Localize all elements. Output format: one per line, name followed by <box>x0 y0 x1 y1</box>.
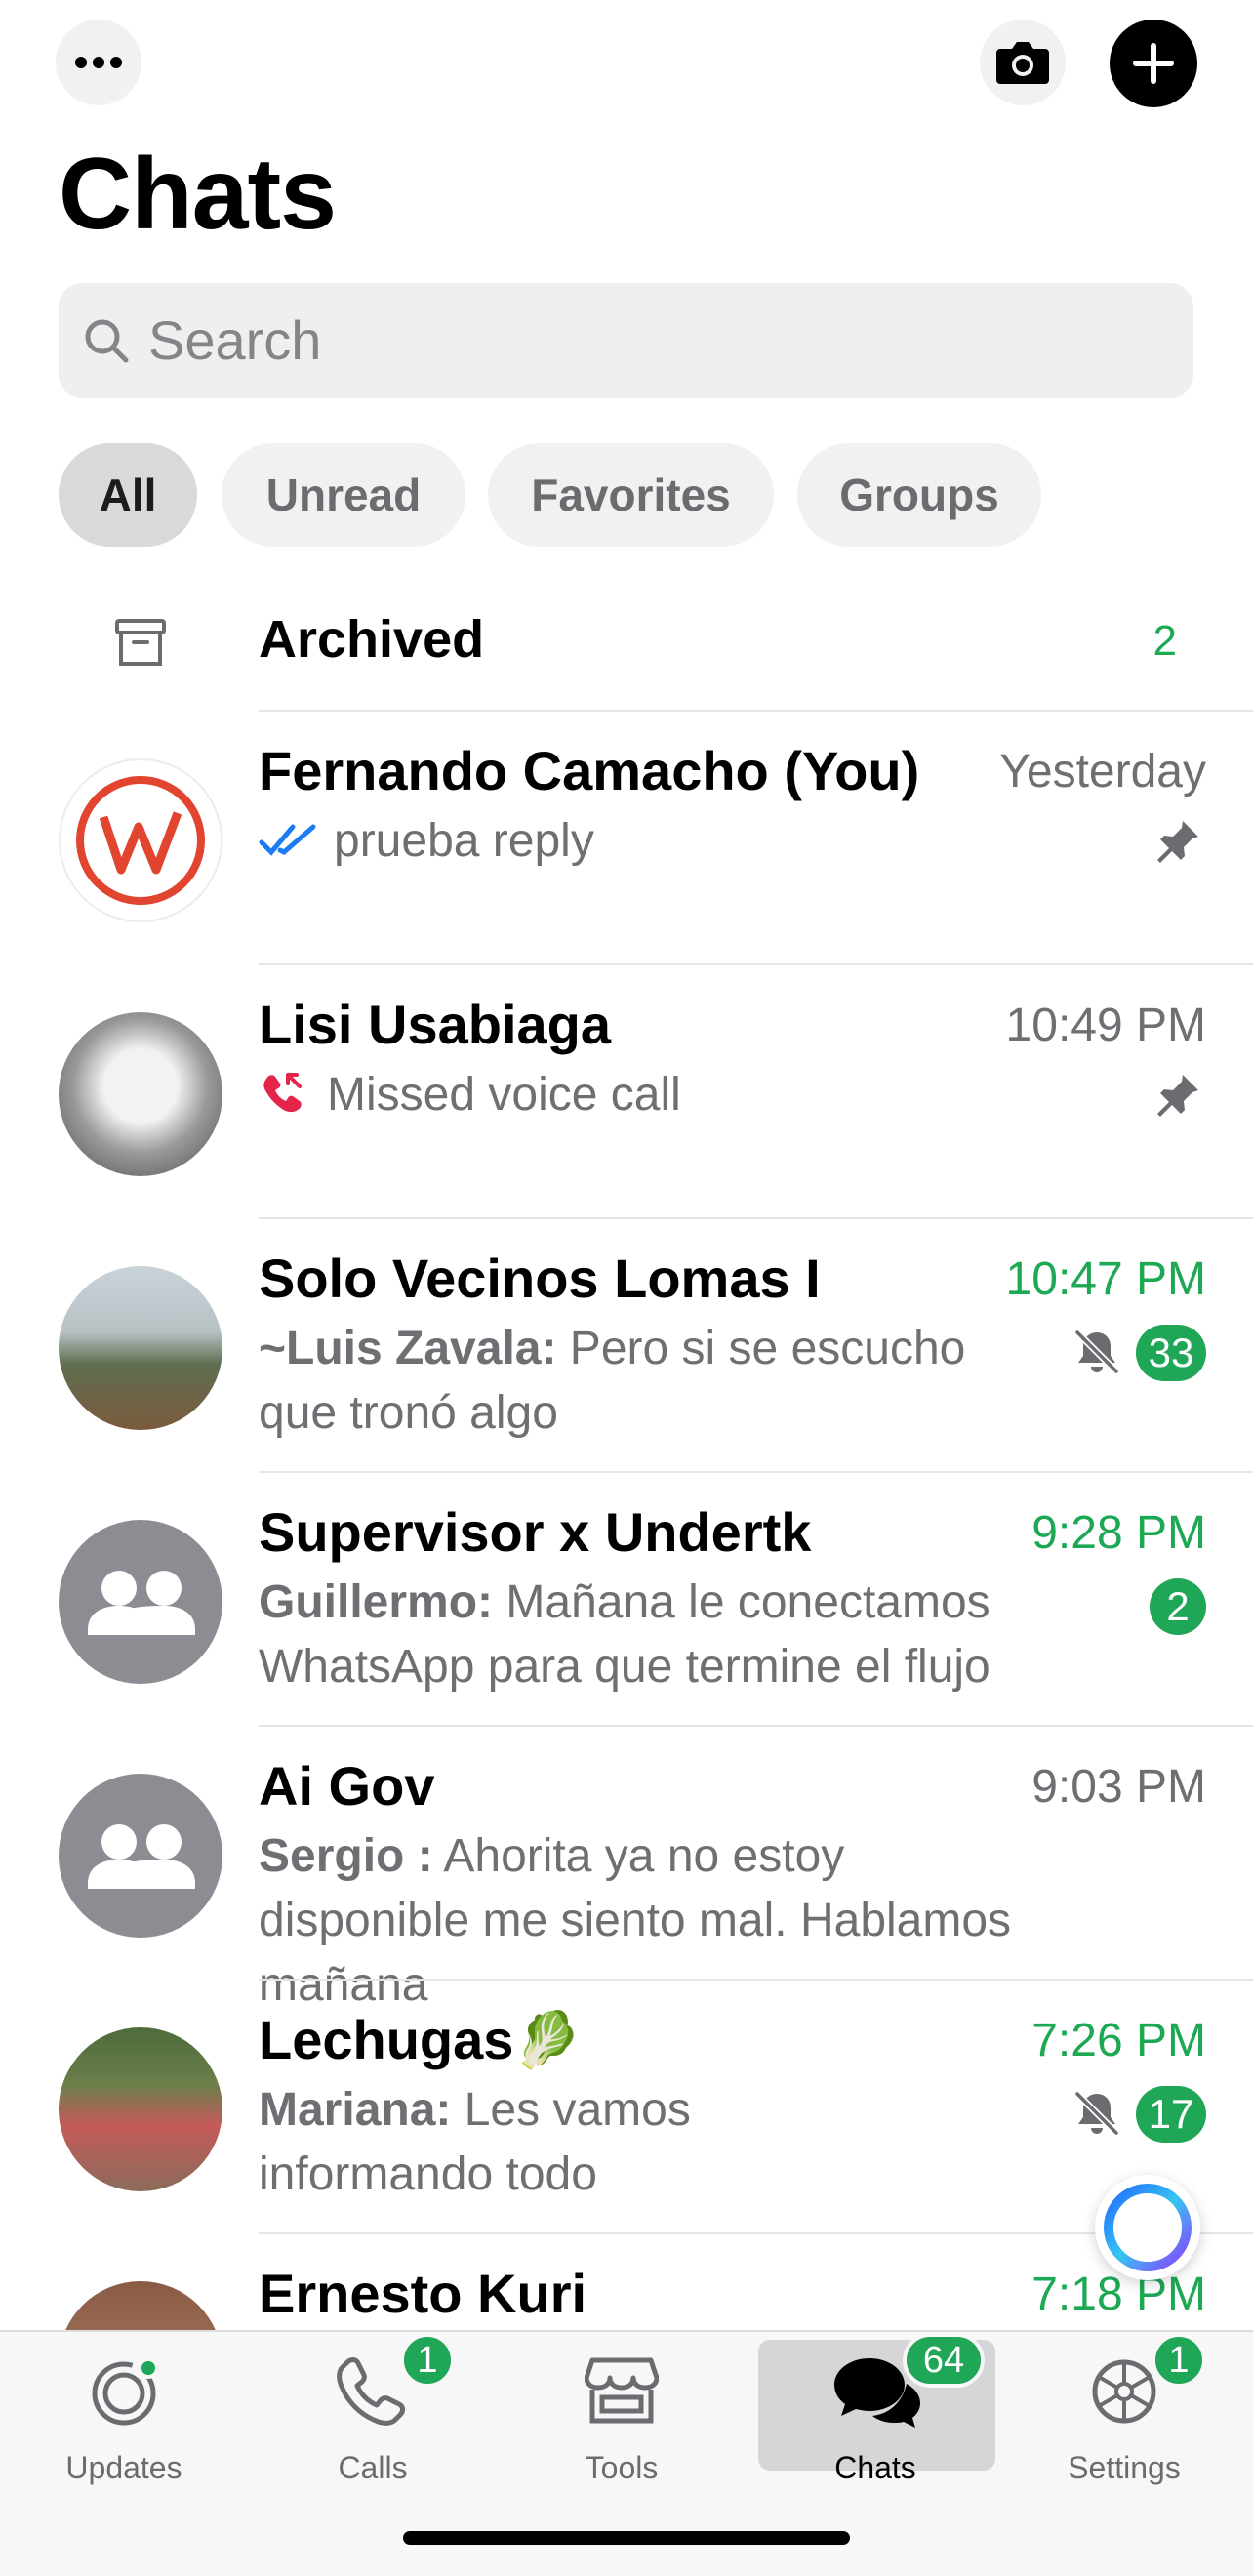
tab-chats[interactable]: Chats 64 <box>778 2333 985 2485</box>
search-input[interactable]: Search <box>59 283 1193 398</box>
ellipsis-icon <box>75 57 122 68</box>
pin-icon <box>1157 1075 1198 1117</box>
meta-ai-button[interactable] <box>1095 2175 1200 2280</box>
avatar <box>59 2027 222 2191</box>
chat-name: Lechugas🥬 <box>259 2009 583 2070</box>
filter-all[interactable]: All <box>59 443 197 547</box>
phone-icon <box>337 2357 405 2426</box>
calls-badge: 1 <box>400 2333 455 2388</box>
logo-icon <box>76 776 205 905</box>
tab-calls[interactable]: Calls 1 <box>275 2333 470 2485</box>
plus-icon <box>1133 43 1174 84</box>
filter-unread[interactable]: Unread <box>222 443 465 547</box>
meta-ai-icon <box>1104 2184 1192 2271</box>
sender-name: Sergio : <box>259 1830 433 1882</box>
chat-row[interactable]: Lechugas🥬 7:26 PM Mariana: Les vamos inf… <box>0 1981 1253 2232</box>
sender-name: Guillermo: <box>259 1576 494 1628</box>
chat-name: Ai Gov <box>259 1755 435 1817</box>
tab-label: Settings <box>1068 2450 1181 2485</box>
home-indicator <box>403 2531 850 2545</box>
chat-time: Yesterday <box>999 746 1206 797</box>
tab-updates[interactable]: Updates <box>26 2343 222 2485</box>
chat-name: Fernando Camacho (You) <box>259 740 920 801</box>
tab-label: Chats <box>834 2450 916 2485</box>
archived-count: 2 <box>1152 617 1177 665</box>
unread-badge: 2 <box>1150 1578 1206 1635</box>
filter-groups[interactable]: Groups <box>797 443 1041 547</box>
chat-name: Ernesto Kuri <box>259 2263 587 2324</box>
double-check-icon <box>259 824 316 856</box>
camera-icon <box>996 42 1049 84</box>
tab-label: Calls <box>338 2450 408 2485</box>
archived-row[interactable]: Archived 2 <box>0 586 1253 711</box>
chat-time: 9:03 PM <box>1031 1761 1206 1813</box>
chat-row[interactable]: Lisi Usabiaga 10:49 PM Missed voice call <box>0 965 1253 1217</box>
avatar <box>59 2281 222 2330</box>
chat-row[interactable]: Ai Gov 9:03 PM Sergio : Ahorita ya no es… <box>0 1727 1253 2011</box>
tab-settings[interactable]: Settings 1 <box>1027 2333 1222 2485</box>
chat-name: Solo Vecinos Lomas I <box>259 1247 821 1309</box>
chat-row[interactable]: Solo Vecinos Lomas I 10:47 PM ~Luis Zava… <box>0 1219 1253 1471</box>
page-title: Chats <box>59 138 337 251</box>
more-button[interactable] <box>56 20 141 105</box>
tab-label: Updates <box>65 2450 182 2485</box>
missed-call-icon <box>263 1073 302 1113</box>
group-icon <box>88 1824 195 1889</box>
chat-preview: prueba reply <box>334 815 594 867</box>
chat-row[interactable]: Fernando Camacho (You) Yesterday prueba … <box>0 712 1253 963</box>
camera-button[interactable] <box>980 20 1066 105</box>
muted-bell-icon <box>1074 2091 1119 2136</box>
filter-favorites[interactable]: Favorites <box>488 443 774 547</box>
avatar <box>59 1774 222 1938</box>
unread-badge: 33 <box>1136 1325 1206 1381</box>
archive-icon <box>115 619 166 666</box>
chat-time: 10:49 PM <box>1005 1000 1206 1051</box>
chat-time: 10:47 PM <box>1005 1253 1206 1305</box>
unread-badge: 17 <box>1136 2086 1206 2143</box>
search-icon <box>85 319 129 363</box>
chat-preview: ~Luis Zavala: Pero si se escucho que tro… <box>259 1317 1020 1446</box>
sender-name: ~Luis Zavala: <box>259 1323 557 1374</box>
group-icon <box>88 1571 195 1635</box>
chat-preview: Mariana: Les vamos informando todo <box>259 2078 805 2207</box>
chat-time: 9:28 PM <box>1031 1507 1206 1559</box>
pin-icon <box>1157 821 1198 863</box>
chats-badge: 64 <box>903 2333 985 2388</box>
avatar <box>59 1266 222 1430</box>
chat-row[interactable]: Ernesto Kuri 7:18 PM <box>0 2234 1253 2330</box>
chat-name: Supervisor x Undertk <box>259 1501 812 1563</box>
chat-time: 7:26 PM <box>1031 2015 1206 2066</box>
tab-tools[interactable]: Tools <box>524 2343 719 2485</box>
chat-preview: Missed voice call <box>327 1069 681 1121</box>
chat-name: Lisi Usabiaga <box>259 994 612 1055</box>
chat-row[interactable]: Supervisor x Undertk 9:28 PM Guillermo: … <box>0 1473 1253 1725</box>
chat-preview: Guillermo: Mañana le conectamos WhatsApp… <box>259 1571 1039 1699</box>
muted-bell-icon <box>1074 1329 1119 1374</box>
search-placeholder: Search <box>148 309 322 371</box>
storefront-icon <box>585 2357 659 2424</box>
avatar <box>59 758 222 922</box>
new-chat-button[interactable] <box>1110 20 1197 107</box>
tab-label: Tools <box>585 2450 659 2485</box>
archived-label: Archived <box>259 610 485 669</box>
settings-badge: 1 <box>1152 2333 1206 2388</box>
updates-icon <box>92 2357 159 2426</box>
avatar <box>59 1520 222 1684</box>
avatar <box>59 1012 222 1176</box>
sender-name: Mariana: <box>259 2084 452 2136</box>
chat-time: 7:18 PM <box>1031 2269 1206 2320</box>
